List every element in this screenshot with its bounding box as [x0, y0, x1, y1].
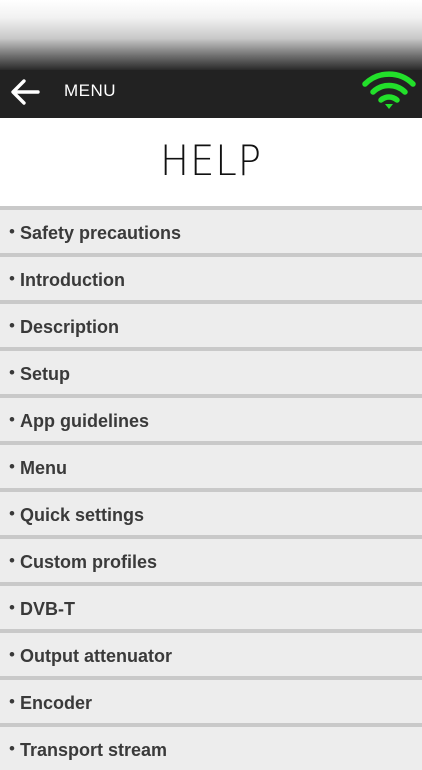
bullet: •	[9, 410, 15, 429]
wifi-icon	[362, 71, 416, 109]
help-item-label: DVB-T	[20, 599, 75, 619]
help-item-label: Safety precautions	[20, 223, 182, 243]
help-item-dvb-t[interactable]: • DVB-T	[0, 582, 422, 629]
status-bar	[0, 0, 422, 70]
help-item-label: Quick settings	[20, 505, 145, 525]
help-item-label: App guidelines	[20, 411, 150, 431]
menu-label[interactable]: MENU	[64, 81, 116, 101]
help-item-output-attenuator[interactable]: • Output attenuator	[0, 629, 422, 676]
bullet: •	[9, 457, 15, 476]
bullet: •	[9, 551, 15, 570]
help-item-label: Output attenuator	[20, 646, 172, 666]
help-item-label: Introduction	[20, 270, 125, 290]
bullet: •	[9, 316, 15, 335]
back-button[interactable]	[8, 74, 44, 110]
help-item-label: Setup	[20, 364, 71, 384]
help-item-custom-profiles[interactable]: • Custom profiles	[0, 535, 422, 582]
help-item-introduction[interactable]: • Introduction	[0, 253, 422, 300]
help-item-label: Custom profiles	[20, 552, 158, 572]
help-item-setup[interactable]: • Setup	[0, 347, 422, 394]
nav-bar: MENU	[0, 70, 422, 118]
bullet: •	[9, 692, 15, 711]
help-item-safety-precautions[interactable]: • Safety precautions	[0, 206, 422, 253]
page-title: HELP	[159, 136, 262, 185]
help-item-label: Encoder	[20, 693, 93, 713]
help-item-app-guidelines[interactable]: • App guidelines	[0, 394, 422, 441]
help-item-label: Menu	[20, 458, 67, 478]
bullet: •	[9, 645, 15, 664]
help-list: • Safety precautions • Introduction • De…	[0, 206, 422, 770]
bullet: •	[9, 222, 15, 241]
bullet: •	[9, 739, 15, 758]
bullet: •	[9, 269, 15, 288]
help-item-encoder[interactable]: • Encoder	[0, 676, 422, 723]
help-item-label: Transport stream	[20, 740, 168, 760]
help-item-label: Description	[20, 317, 120, 337]
help-item-description[interactable]: • Description	[0, 300, 422, 347]
help-item-quick-settings[interactable]: • Quick settings	[0, 488, 422, 535]
help-item-menu[interactable]: • Menu	[0, 441, 422, 488]
bullet: •	[9, 363, 15, 382]
title-area: HELP	[0, 118, 422, 206]
bullet: •	[9, 504, 15, 523]
bullet: •	[9, 598, 15, 617]
help-item-transport-stream[interactable]: • Transport stream	[0, 723, 422, 770]
arrow-left-icon	[11, 79, 40, 105]
